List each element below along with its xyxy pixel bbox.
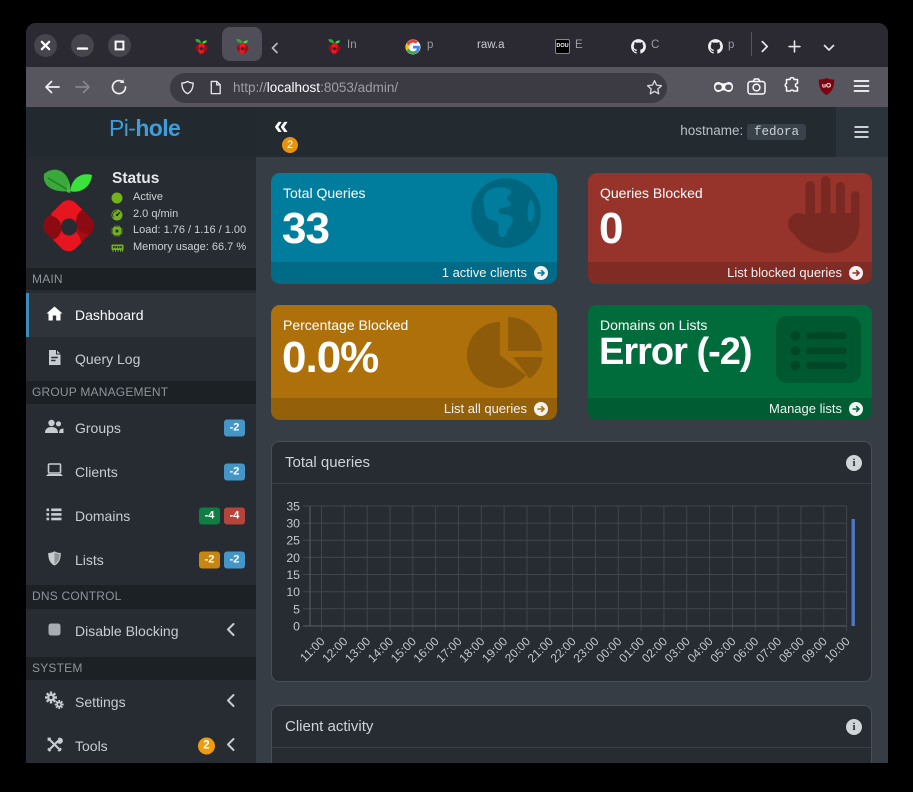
svg-text:15: 15 xyxy=(286,568,300,582)
svg-text:5: 5 xyxy=(293,602,300,616)
svg-text:uO: uO xyxy=(822,83,831,90)
svg-text:25: 25 xyxy=(286,534,300,548)
svg-text:35: 35 xyxy=(286,500,300,514)
svg-text:30: 30 xyxy=(286,517,300,531)
svg-text:20: 20 xyxy=(286,551,300,565)
svg-text:10: 10 xyxy=(286,585,300,599)
svg-text:0: 0 xyxy=(293,620,300,634)
svg-text:10:00: 10:00 xyxy=(822,634,853,665)
